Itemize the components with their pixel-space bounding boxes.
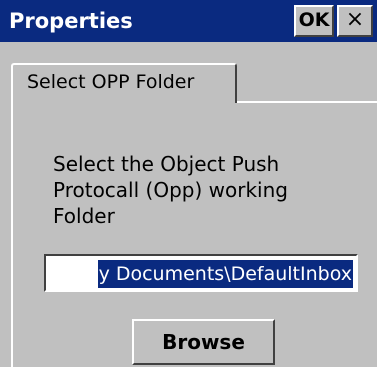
folder-description: Select the Object Push Protocall (Opp) w… xyxy=(53,152,288,228)
title-bar: Properties OK × xyxy=(0,0,377,42)
window-title: Properties xyxy=(9,9,133,33)
folder-path-value: y Documents\DefaultInbox xyxy=(97,260,353,288)
close-button[interactable]: × xyxy=(337,5,373,37)
folder-path-input[interactable]: y Documents\DefaultInbox xyxy=(44,254,358,292)
browse-button[interactable]: Browse xyxy=(132,319,275,365)
tab-page-border xyxy=(11,102,13,367)
tab-strip-divider xyxy=(236,101,377,103)
tab-label: Select OPP Folder xyxy=(27,71,195,93)
tab-select-opp-folder[interactable]: Select OPP Folder xyxy=(11,63,237,103)
ok-button[interactable]: OK xyxy=(294,5,334,37)
properties-dialog: Properties OK × Select OPP Folder Select… xyxy=(0,0,377,367)
close-icon: × xyxy=(345,7,365,32)
